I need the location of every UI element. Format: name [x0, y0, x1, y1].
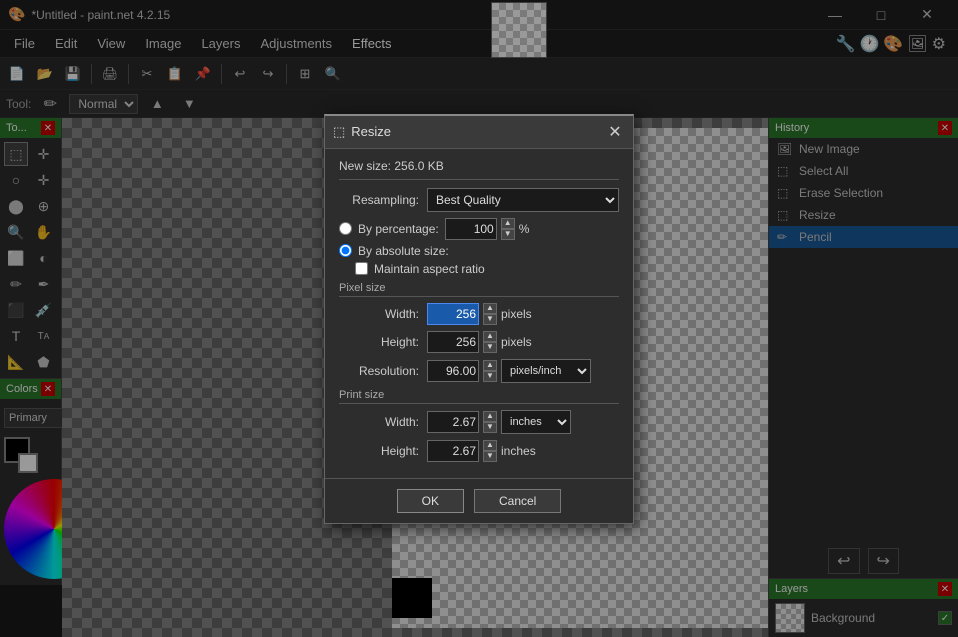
dialog-close-button[interactable]: ✕ — [605, 122, 625, 142]
percentage-input-group: ▲ ▼ % — [445, 218, 530, 240]
print-height-up[interactable]: ▲ — [483, 440, 497, 451]
pixel-height-row: Height: ▲ ▼ pixels — [339, 331, 619, 353]
resampling-row: Resampling: Best Quality Nearest Neighbo… — [339, 188, 619, 212]
resampling-select[interactable]: Best Quality Nearest Neighbor Bilinear B… — [427, 188, 619, 212]
by-percentage-radio-row: By percentage: ▲ ▼ % — [339, 218, 619, 240]
ok-button[interactable]: OK — [397, 489, 464, 513]
print-width-spinner: ▲ ▼ — [483, 411, 497, 433]
print-size-label: Print size — [339, 389, 384, 401]
print-width-down[interactable]: ▼ — [483, 422, 497, 433]
dialog-title-area: ⬚ Resize — [333, 124, 391, 140]
by-percentage-radio[interactable] — [339, 222, 352, 235]
resolution-input-group: ▲ ▼ pixels/inch pixels/cm — [427, 359, 591, 383]
dialog-body: New size: 256.0 KB Resampling: Best Qual… — [325, 149, 633, 478]
resampling-label: Resampling: — [339, 193, 419, 207]
percentage-unit: % — [519, 222, 530, 236]
pixel-height-unit: pixels — [501, 335, 532, 349]
by-absolute-radio[interactable] — [339, 244, 352, 257]
print-width-up[interactable]: ▲ — [483, 411, 497, 422]
print-width-input-group: ▲ ▼ inches cm — [427, 410, 571, 434]
percentage-down[interactable]: ▼ — [501, 229, 515, 240]
pixel-width-up[interactable]: ▲ — [483, 303, 497, 314]
pixel-height-input[interactable] — [427, 331, 479, 353]
pixel-height-label: Height: — [339, 335, 419, 349]
pixel-size-section-label: Pixel size — [339, 282, 619, 297]
resolution-spinner: ▲ ▼ — [483, 360, 497, 382]
pixel-width-input-group: ▲ ▼ pixels — [427, 303, 532, 325]
print-width-input[interactable] — [427, 411, 479, 433]
print-height-row: Height: ▲ ▼ inches — [339, 440, 619, 462]
print-height-input-group: ▲ ▼ inches — [427, 440, 536, 462]
maintain-ratio-label: Maintain aspect ratio — [374, 262, 485, 276]
print-width-unit-select[interactable]: inches cm — [501, 410, 571, 434]
by-absolute-label: By absolute size: — [358, 244, 449, 258]
pixel-width-input[interactable] — [427, 303, 479, 325]
modal-overlay: ⬚ Resize ✕ New size: 256.0 KB Resampling… — [0, 0, 958, 637]
dialog-footer: OK Cancel — [325, 478, 633, 523]
resolution-down[interactable]: ▼ — [483, 371, 497, 382]
print-height-spinner: ▲ ▼ — [483, 440, 497, 462]
pixel-width-down[interactable]: ▼ — [483, 314, 497, 325]
resolution-label: Resolution: — [339, 364, 419, 378]
pixel-width-row: Width: ▲ ▼ pixels — [339, 303, 619, 325]
print-width-row: Width: ▲ ▼ inches cm — [339, 410, 619, 434]
by-percentage-label: By percentage: — [358, 222, 439, 236]
new-size-label: New size: 256.0 KB — [339, 159, 444, 173]
by-absolute-radio-row: By absolute size: — [339, 244, 619, 258]
percentage-input[interactable] — [445, 218, 497, 240]
pixel-width-unit: pixels — [501, 307, 532, 321]
resolution-up[interactable]: ▲ — [483, 360, 497, 371]
dialog-title-label: Resize — [351, 124, 391, 139]
resolution-unit-select[interactable]: pixels/inch pixels/cm — [501, 359, 591, 383]
print-width-label: Width: — [339, 415, 419, 429]
resize-dialog: ⬚ Resize ✕ New size: 256.0 KB Resampling… — [324, 114, 634, 524]
pixel-height-down[interactable]: ▼ — [483, 342, 497, 353]
maintain-ratio-row: Maintain aspect ratio — [355, 262, 619, 276]
pixel-size-label: Pixel size — [339, 282, 385, 294]
pixel-height-input-group: ▲ ▼ pixels — [427, 331, 532, 353]
print-height-down[interactable]: ▼ — [483, 451, 497, 462]
resolution-row: Resolution: ▲ ▼ pixels/inch pixels/cm — [339, 359, 619, 383]
print-height-label: Height: — [339, 444, 419, 458]
resolution-input[interactable] — [427, 360, 479, 382]
pixel-height-up[interactable]: ▲ — [483, 331, 497, 342]
dialog-titlebar: ⬚ Resize ✕ — [325, 116, 633, 149]
pixel-width-label: Width: — [339, 307, 419, 321]
cancel-button[interactable]: Cancel — [474, 489, 561, 513]
percentage-up[interactable]: ▲ — [501, 218, 515, 229]
dialog-title-icon: ⬚ — [333, 124, 345, 140]
pixel-width-spinner: ▲ ▼ — [483, 303, 497, 325]
print-height-unit: inches — [501, 444, 536, 458]
percentage-spinner: ▲ ▼ — [501, 218, 515, 240]
new-size-info: New size: 256.0 KB — [339, 159, 619, 180]
print-height-input[interactable] — [427, 440, 479, 462]
pixel-height-spinner: ▲ ▼ — [483, 331, 497, 353]
maintain-ratio-checkbox[interactable] — [355, 262, 368, 275]
print-size-section-label: Print size — [339, 389, 619, 404]
